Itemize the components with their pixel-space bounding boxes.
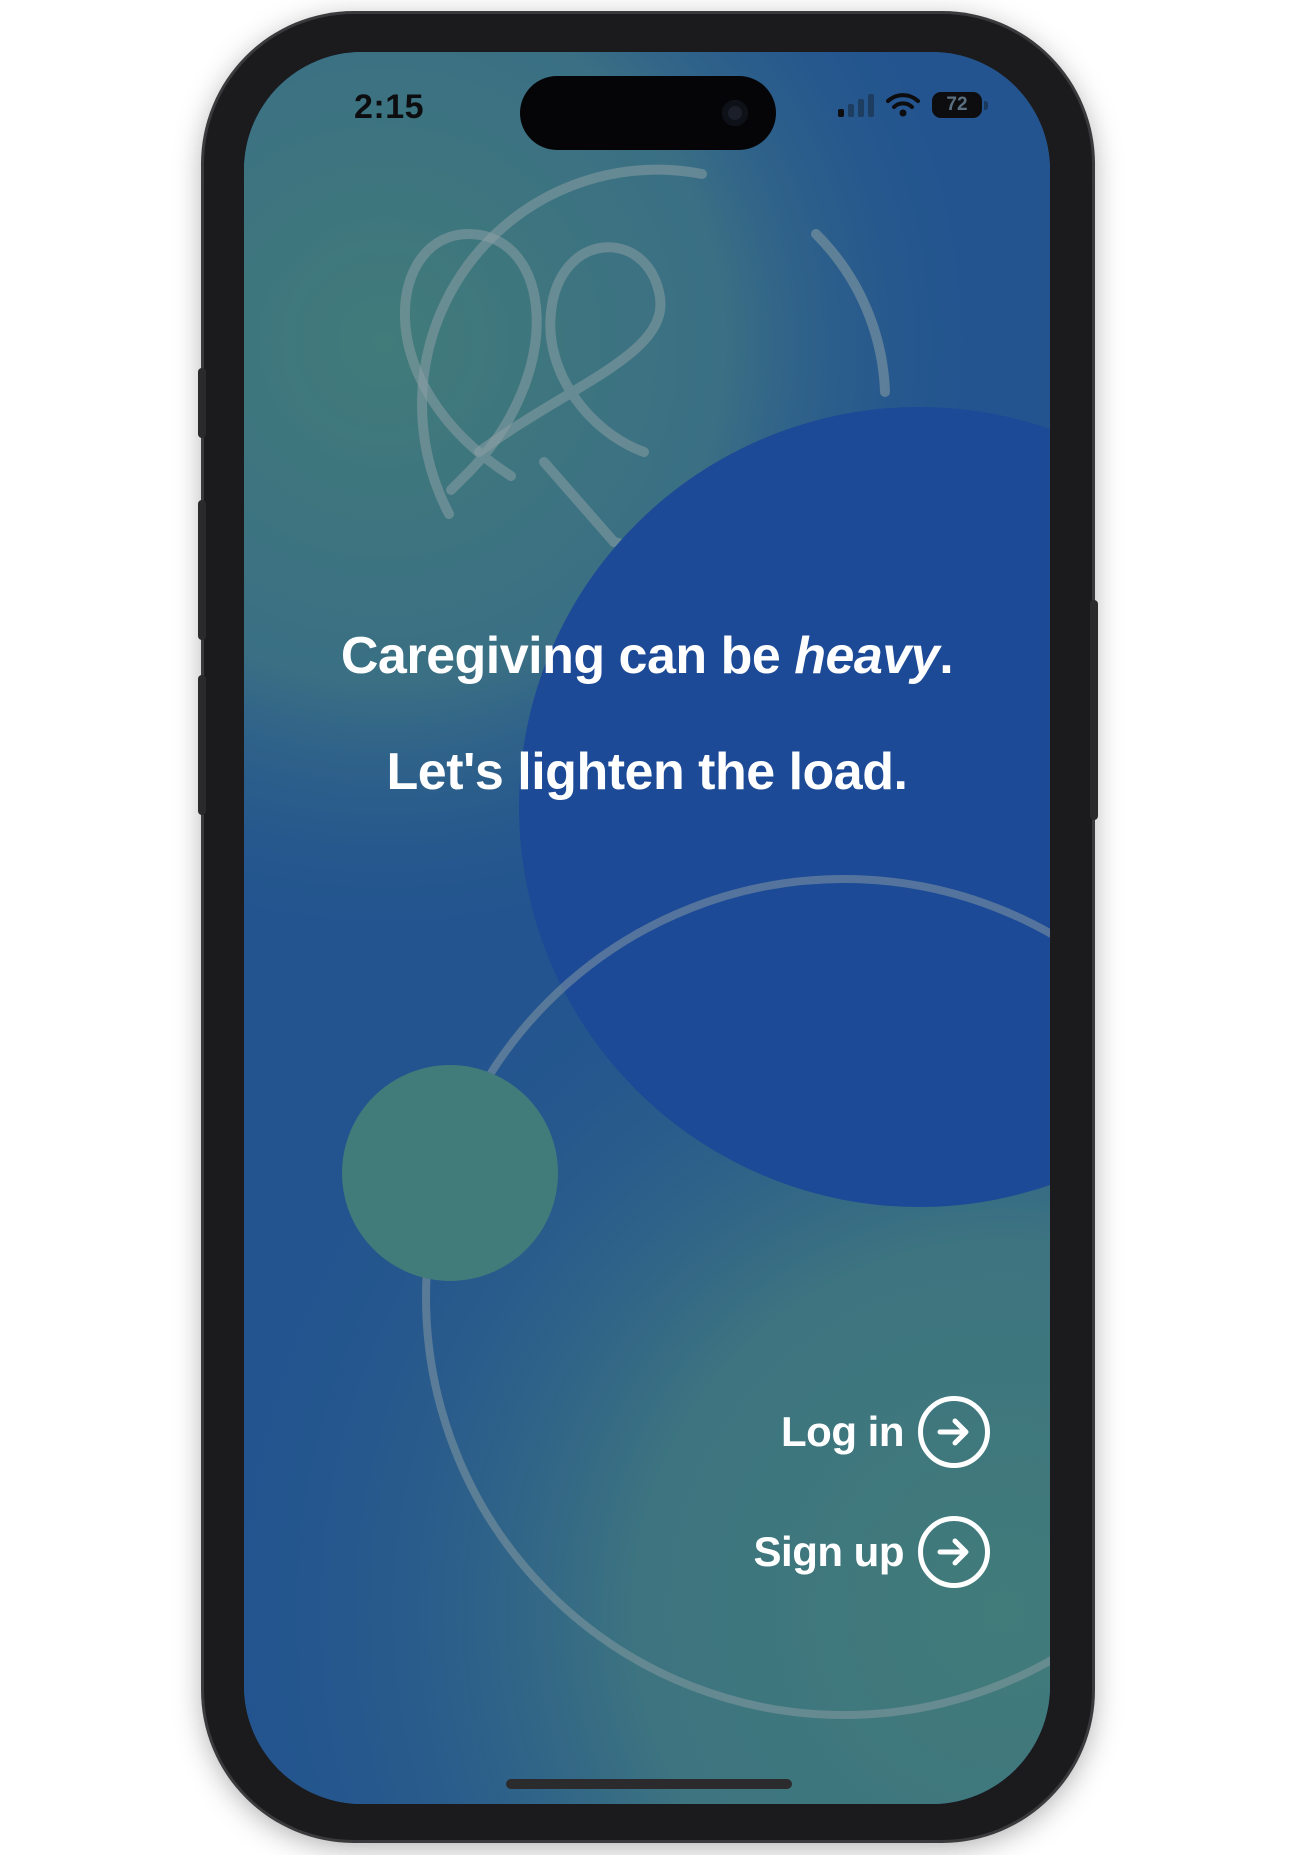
status-indicators: 72	[838, 90, 988, 120]
login-button[interactable]: Log in	[781, 1396, 990, 1468]
hero-headline: Caregiving can be heavy.	[244, 626, 1050, 686]
signup-button[interactable]: Sign up	[754, 1516, 990, 1588]
battery-icon: 72	[932, 92, 988, 118]
battery-level: 72	[946, 94, 968, 115]
hero-emphasis: heavy	[794, 627, 940, 685]
power-button	[1090, 600, 1098, 820]
wifi-icon	[886, 93, 920, 117]
small-teal-circle	[342, 1065, 558, 1281]
front-camera	[722, 100, 748, 126]
hero-subheadline: Let's lighten the load.	[386, 743, 908, 801]
battery-tip	[984, 101, 988, 110]
volume-down-button	[198, 675, 206, 815]
hero-line1-suffix: .	[939, 627, 954, 685]
signup-label: Sign up	[753, 1528, 905, 1575]
arrow-right-circle-icon	[918, 1396, 990, 1468]
dynamic-island	[520, 76, 776, 150]
status-time: 2:15	[354, 88, 425, 126]
cellular-signal-icon	[838, 93, 874, 117]
arrow-right-circle-icon	[918, 1516, 990, 1588]
login-label: Log in	[781, 1408, 904, 1455]
app-screen: 2:15 72 Caregiving can be heavy. Let's l…	[244, 52, 1050, 1804]
hero-line1-prefix: Caregiving can be	[340, 627, 795, 685]
home-indicator[interactable]	[506, 1779, 792, 1789]
volume-up-button	[198, 500, 206, 640]
action-button	[198, 368, 206, 438]
